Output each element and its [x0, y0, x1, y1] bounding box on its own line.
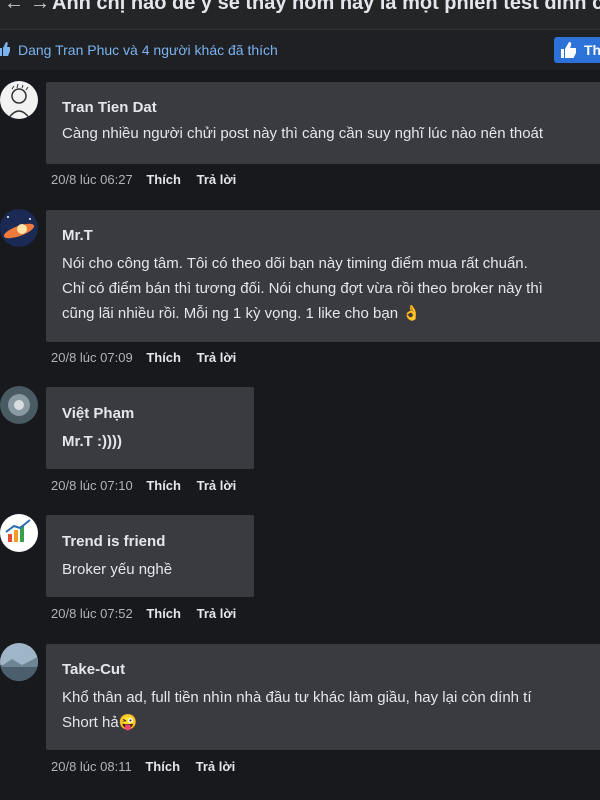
reply-button[interactable]: Trả lời: [197, 172, 237, 187]
thumbs-up-icon: [561, 42, 576, 58]
like-button[interactable]: Th: [554, 37, 600, 63]
avatar-space-icon: [0, 209, 38, 247]
like-button-label: Th: [584, 42, 600, 58]
comment-text-line: Nói cho công tâm. Tôi có theo dõi bạn nà…: [62, 255, 528, 272]
comment-bubble: Trend is friend Broker yếu nghề: [46, 515, 254, 597]
reply-button[interactable]: Trả lời: [196, 759, 236, 774]
avatar[interactable]: [0, 386, 38, 424]
likers-link[interactable]: Dang Tran Phuc và 4 người khác đã thích: [18, 42, 278, 58]
comment-bubble: Việt Phạm Mr.T :)))): [46, 387, 254, 469]
thumbs-up-icon: [0, 42, 10, 56]
comment-text-line: Short hả😜: [62, 714, 138, 731]
comment-meta: 20/8 lúc 06:27 Thích Trả lời: [51, 172, 248, 187]
avatar-photo-icon: [0, 386, 38, 424]
comment-author[interactable]: Việt Phạm: [62, 405, 134, 422]
comment-text: Broker yếu nghề: [62, 561, 173, 578]
comment-time[interactable]: 20/8 lúc 07:52: [51, 606, 133, 621]
like-comment-button[interactable]: Thích: [146, 606, 181, 621]
likes-bar: Dang Tran Phuc và 4 người khác đã thích: [0, 30, 600, 70]
avatar[interactable]: [0, 209, 38, 247]
nav-arrows-icon[interactable]: ←→: [4, 0, 56, 15]
comment-bubble: Take-Cut Khổ thân ad, full tiền nhìn nhà…: [46, 644, 600, 750]
comment-text-line: Chỉ có điểm bán thì tương đối. Nói chung…: [62, 280, 543, 297]
comment-time[interactable]: 20/8 lúc 08:11: [51, 759, 132, 774]
reply-button[interactable]: Trả lời: [197, 350, 237, 365]
like-comment-button[interactable]: Thích: [146, 350, 181, 365]
comment-meta: 20/8 lúc 08:11 Thích Trả lời: [51, 759, 247, 774]
avatar[interactable]: [0, 514, 38, 552]
comment-time[interactable]: 20/8 lúc 07:09: [51, 350, 133, 365]
post-title: Anh chị nào để ý sẽ thấy hôm nay là một …: [52, 0, 600, 14]
avatar-trend-logo-icon: [0, 514, 38, 552]
avatar[interactable]: [0, 81, 38, 119]
like-comment-button[interactable]: Thích: [145, 759, 180, 774]
comment-time[interactable]: 20/8 lúc 07:10: [51, 478, 133, 493]
reply-button[interactable]: Trả lời: [197, 606, 237, 621]
like-comment-button[interactable]: Thích: [146, 478, 181, 493]
avatar-landscape-icon: [0, 643, 38, 681]
comment-meta: 20/8 lúc 07:09 Thích Trả lời: [51, 350, 248, 365]
comment-text-line: Khổ thân ad, full tiền nhìn nhà đầu tư k…: [62, 689, 532, 706]
comment-text: Mr.T :)))): [62, 433, 122, 450]
comment-author[interactable]: Trend is friend: [62, 533, 165, 550]
avatar[interactable]: [0, 643, 38, 681]
comment-text: Càng nhiều người chửi post này thì càng …: [62, 125, 544, 142]
comment-bubble: Mr.T Nói cho công tâm. Tôi có theo dõi b…: [46, 210, 600, 342]
comment-text-line: cũng lãi nhiều rồi. Mỗi ng 1 kỳ vọng. 1 …: [62, 305, 421, 322]
comment-meta: 20/8 lúc 07:52 Thích Trả lời: [51, 606, 248, 621]
comment-bubble: Tran Tien Dat Càng nhiều người chửi post…: [46, 82, 600, 164]
post-header: ←→ Anh chị nào để ý sẽ thấy hôm nay là m…: [0, 0, 600, 30]
comment-author[interactable]: Mr.T: [62, 227, 93, 244]
comment-author[interactable]: Take-Cut: [62, 661, 125, 678]
comment-author[interactable]: Tran Tien Dat: [62, 99, 157, 116]
like-comment-button[interactable]: Thích: [146, 172, 181, 187]
reply-button[interactable]: Trả lời: [197, 478, 237, 493]
comment-meta: 20/8 lúc 07:10 Thích Trả lời: [51, 478, 248, 493]
avatar-sketch-icon: [0, 81, 38, 119]
comment-time[interactable]: 20/8 lúc 06:27: [51, 172, 133, 187]
